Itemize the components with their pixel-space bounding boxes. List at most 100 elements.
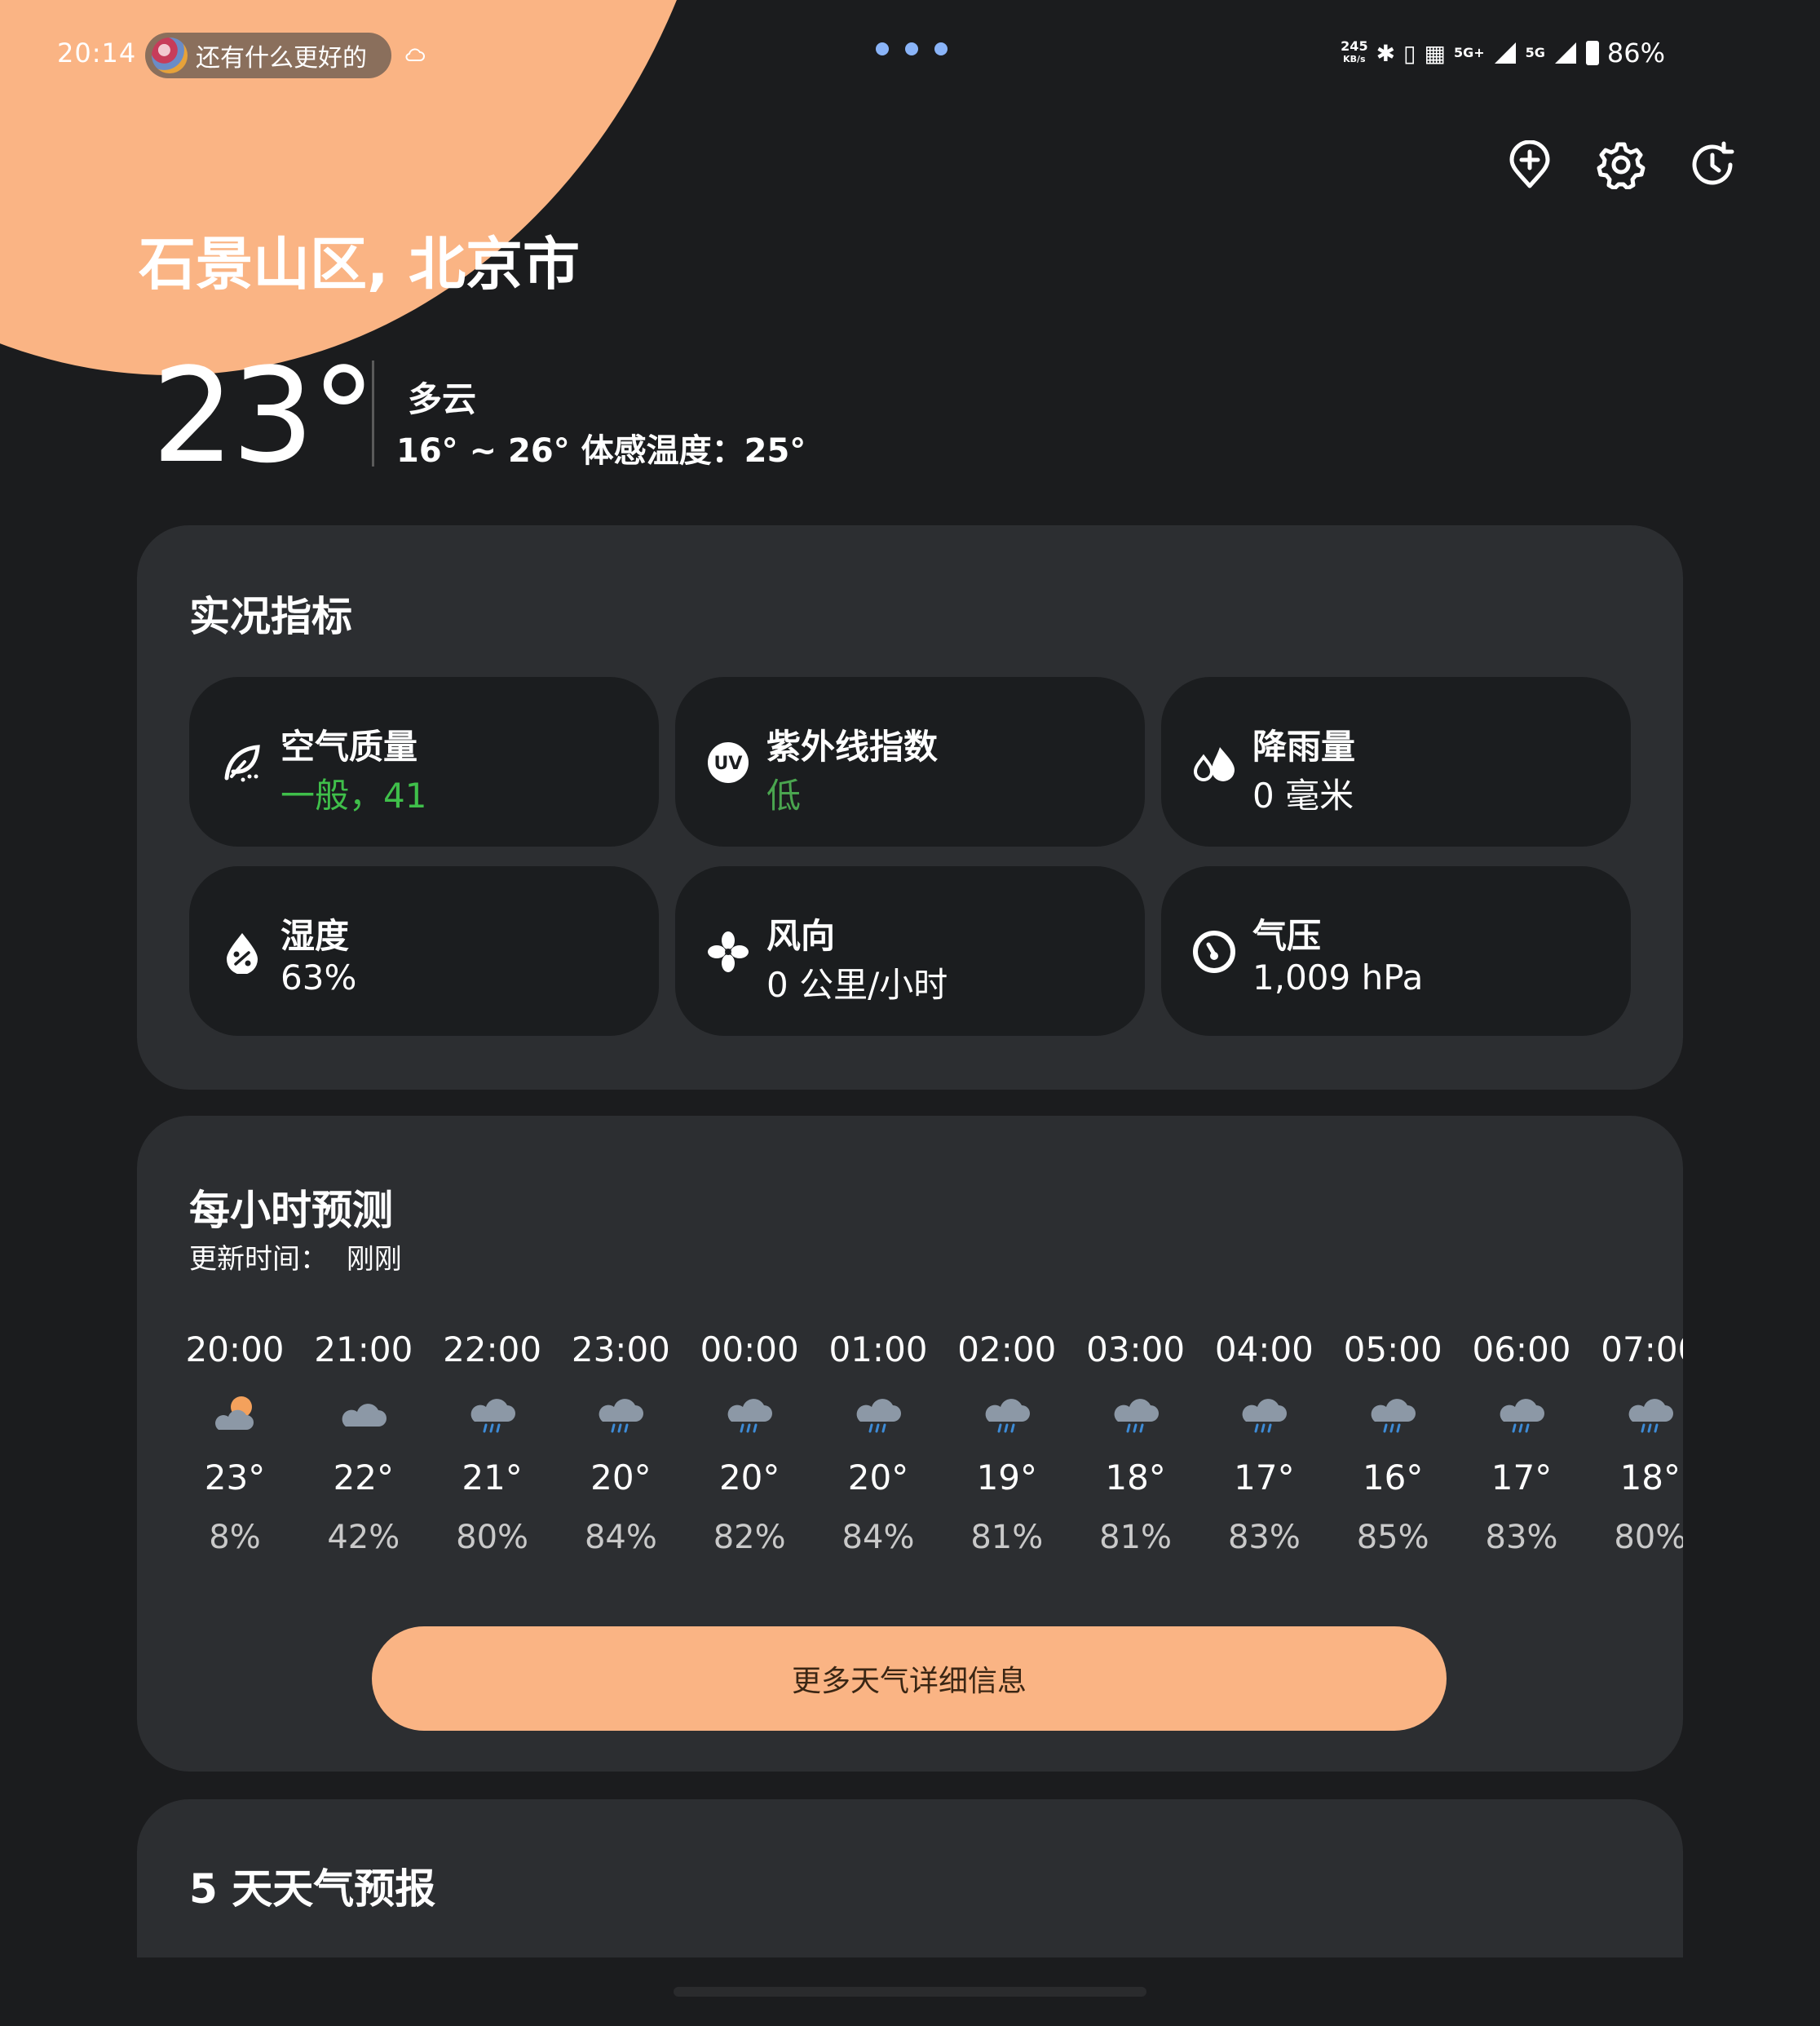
metrics-title: 实况指标 [189,593,352,640]
notification-avatar [152,38,188,73]
dot-icon [876,42,889,55]
hour-temperature: 18° [1105,1458,1166,1497]
hour-time: 00:00 [700,1329,799,1369]
gauge-icon [1193,931,1235,973]
update-time: 更新时间： 刚刚 [189,1236,402,1276]
battery-icon [1585,41,1599,65]
status-icons: 245 KB/s ✱ ▯ ▦ 5G+ 5G 86% [1341,38,1665,69]
rain-drops-icon [1193,747,1235,781]
hour-precipitation-chance: 83% [1227,1519,1301,1556]
hour-precipitation-chance: 82% [713,1519,786,1556]
uv-icon: UV [708,742,749,783]
hourly-item: 23:00 20° 84% [555,1329,686,1556]
dot-icon [905,42,918,55]
net-speed-value: 245 [1341,38,1368,54]
hour-temperature: 16° [1362,1458,1424,1497]
hourly-strip[interactable]: 20:00 23° 8% 21:00 22° 42% 22:00 21° 80% 23:00 20°… [170,1329,1683,1574]
metric-value: 0 公里/小时 [766,965,948,1005]
rain-cloud-icon [1371,1399,1416,1433]
update-value: 刚刚 [346,1243,402,1276]
hour-precipitation-chance: 42% [327,1519,400,1556]
update-label: 更新时间： [189,1243,328,1276]
gesture-handle[interactable] [674,1987,1146,1997]
metric-value: 1,009 hPa [1252,958,1424,998]
hour-precipitation-chance: 80% [1614,1519,1683,1556]
metric-label: 紫外线指数 [766,727,939,767]
hour-temperature: 17° [1234,1458,1295,1497]
temperature-range-feels-like: 16° ~ 26° 体感温度：25° [396,432,806,470]
network-5g-plus: 5G+ [1453,45,1485,60]
metric-precipitation[interactable]: 降雨量 0 毫米 [1161,677,1631,847]
hour-temperature: 22° [333,1458,395,1497]
hour-precipitation-chance: 8% [209,1519,261,1556]
rain-cloud-icon [599,1399,644,1433]
add-location-icon[interactable] [1505,140,1554,189]
qr-icon: ▦ [1424,39,1446,67]
bluetooth-icon: ✱ [1376,39,1396,67]
temperature-divider [372,361,374,467]
hour-time: 07:00 [1601,1329,1683,1369]
signal-icon [1554,42,1576,64]
svg-text:UV: UV [714,754,743,774]
weather-app: 20:14 还有什么更好的 245 KB/s ✱ ▯ ▦ 5G+ 5G 86% … [0,0,1820,2026]
leaf-air-icon [224,745,260,782]
notification-text: 还有什么更好的 [196,44,367,73]
hour-temperature: 19° [976,1458,1038,1497]
hour-time: 21:00 [314,1329,413,1369]
rain-cloud-icon [1500,1399,1544,1433]
hourly-item: 22:00 21° 80% [427,1329,558,1556]
hour-time: 20:00 [185,1329,285,1369]
hour-precipitation-chance: 84% [584,1519,657,1556]
metric-air-quality[interactable]: 空气质量 一般，41 [189,677,659,847]
location-title[interactable]: 石景山区, 北京市 [139,219,580,301]
partly-cloudy-night-icon [215,1396,254,1430]
hour-time: 04:00 [1214,1329,1314,1369]
hour-temperature: 20° [590,1458,652,1497]
vibrate-icon: ▯ [1403,39,1416,67]
network-5g: 5G [1525,45,1545,60]
signal-icon [1494,42,1516,64]
rain-cloud-icon [727,1399,773,1433]
hourly-item: 03:00 18° 81% [1071,1329,1201,1556]
hourly-item: 07:00 18° 80% [1585,1329,1683,1556]
hourly-item: 05:00 16° 85% [1327,1329,1458,1556]
more-details-button[interactable]: 更多天气详细信息 [372,1626,1447,1731]
settings-gear-icon[interactable] [1597,140,1646,189]
metric-pressure[interactable]: 气压 1,009 hPa [1161,866,1631,1036]
rain-cloud-icon [470,1399,515,1433]
hourly-title: 每小时预测 [189,1187,393,1234]
metric-value: 63% [281,958,357,998]
rain-cloud-icon [1114,1399,1159,1433]
status-time: 20:14 [57,38,137,69]
history-refresh-icon[interactable] [1688,140,1737,189]
hour-temperature: 21° [462,1458,523,1497]
hour-temperature: 18° [1619,1458,1681,1497]
hourly-item: 21:00 22° 42% [298,1329,429,1556]
notification-pill[interactable]: 还有什么更好的 [145,33,391,78]
current-condition: 多云 [408,379,477,419]
metric-value: 低 [766,776,802,816]
hour-time: 03:00 [1086,1329,1186,1369]
hour-time: 06:00 [1472,1329,1571,1369]
cloud-icon [342,1404,387,1427]
metric-label: 降雨量 [1252,727,1356,767]
hour-time: 23:00 [571,1329,670,1369]
hourly-forecast-card: 每小时预测 更新时间： 刚刚 20:00 23° 8% 21:00 22° 42% 22:0… [137,1116,1683,1772]
hour-time: 01:00 [828,1329,928,1369]
battery-percent: 86% [1606,38,1665,69]
metric-value: 0 毫米 [1252,776,1354,816]
metric-value: 一般，41 [281,776,427,816]
metric-label: 风向 [766,916,836,956]
hourly-item: 06:00 17° 83% [1456,1329,1587,1556]
metric-label: 湿度 [281,916,350,956]
metric-wind[interactable]: 风向 0 公里/小时 [675,866,1145,1036]
metric-uv-index[interactable]: UV 紫外线指数 低 [675,677,1145,847]
hour-temperature: 23° [204,1458,266,1497]
metric-label: 气压 [1252,916,1322,956]
rain-cloud-icon [856,1399,901,1433]
hourly-item: 02:00 19° 81% [942,1329,1072,1556]
hour-time: 22:00 [443,1329,542,1369]
metric-humidity[interactable]: 湿度 63% [189,866,659,1036]
hour-precipitation-chance: 85% [1356,1519,1429,1556]
hour-temperature: 20° [847,1458,909,1497]
